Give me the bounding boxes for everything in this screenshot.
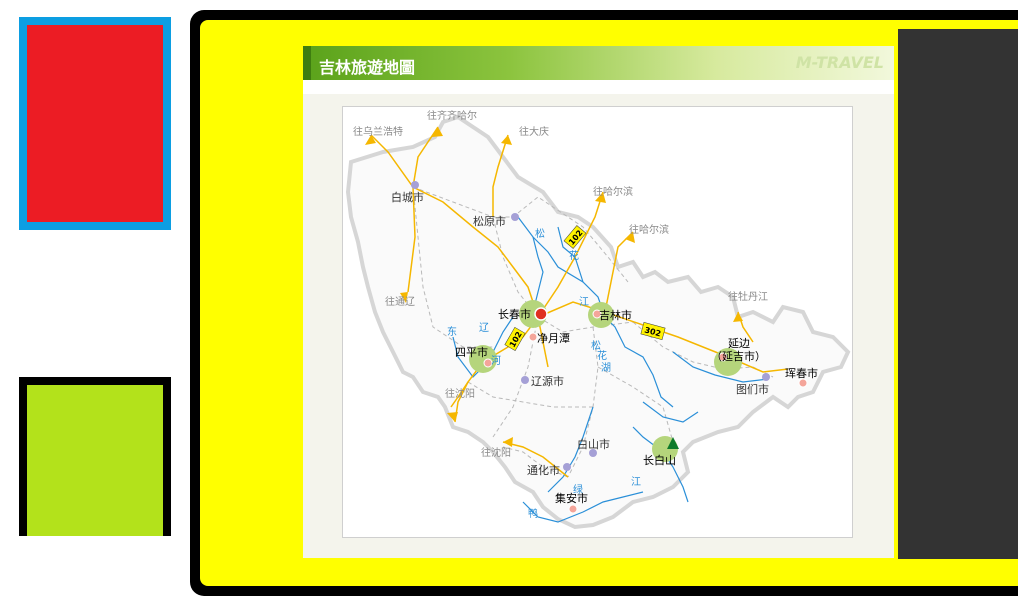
river-label: 松 bbox=[535, 227, 545, 240]
city-label: 净月潭 bbox=[537, 331, 570, 345]
city-label: 延边 bbox=[728, 337, 750, 350]
city-label: 松原市 bbox=[473, 214, 506, 228]
direction-label: 往牡丹江 bbox=[728, 290, 768, 303]
river-label: 东 bbox=[447, 325, 457, 338]
direction-label: 往沈阳 bbox=[481, 446, 511, 459]
map-title: 吉林旅遊地圖 bbox=[319, 58, 416, 77]
header-divider bbox=[303, 80, 894, 94]
brand-logo: M-TRAVEL bbox=[795, 53, 884, 72]
river-label: 河 bbox=[491, 355, 501, 367]
city-label: 通化市 bbox=[527, 463, 560, 477]
river-label: 花 bbox=[597, 349, 607, 362]
direction-label: 往大庆 bbox=[519, 125, 549, 138]
map-svg: 102 302 102 白城市 松原市 长春市 吉林市 净月潭 四平市 辽源市 … bbox=[345, 109, 851, 530]
city-label: 白城市 bbox=[391, 190, 424, 204]
direction-label: 往哈尔滨 bbox=[593, 185, 633, 198]
direction-label: 往哈尔滨 bbox=[629, 223, 669, 236]
direction-label: 往齐齐哈尔 bbox=[427, 109, 477, 122]
city-label: 长春市 bbox=[498, 307, 531, 321]
city-label: （延吉市） bbox=[711, 349, 766, 363]
red-color-block bbox=[19, 17, 171, 230]
river-label: 江 bbox=[579, 296, 589, 308]
city-label: 吉林市 bbox=[599, 308, 632, 322]
river-label: 花 bbox=[569, 249, 579, 262]
river-label: 绿 bbox=[573, 483, 583, 496]
city-label: 集安市 bbox=[555, 491, 588, 505]
river-label: 鸭 bbox=[528, 507, 538, 520]
green-color-block bbox=[19, 377, 171, 536]
map-header: 吉林旅遊地圖 M-TRAVEL bbox=[303, 46, 894, 82]
city-label: 图们市 bbox=[736, 382, 769, 396]
city-label: 白山市 bbox=[577, 437, 610, 451]
river-label: 江 bbox=[631, 476, 641, 488]
city-label: 珲春市 bbox=[785, 366, 818, 380]
jilin-map[interactable]: 102 302 102 白城市 松原市 长春市 吉林市 净月潭 四平市 辽源市 … bbox=[342, 106, 853, 538]
river-label: 辽 bbox=[479, 322, 489, 334]
city-label: 长白山 bbox=[643, 453, 676, 467]
city-label: 四平市 bbox=[455, 345, 488, 359]
direction-label: 往通辽 bbox=[385, 295, 415, 308]
header-accent bbox=[303, 46, 311, 80]
city-label: 辽源市 bbox=[531, 374, 564, 388]
river-label: 湖 bbox=[601, 362, 611, 374]
dark-side-panel bbox=[898, 29, 1018, 559]
direction-label: 往沈阳 bbox=[445, 387, 475, 400]
direction-label: 往乌兰浩特 bbox=[353, 125, 403, 138]
